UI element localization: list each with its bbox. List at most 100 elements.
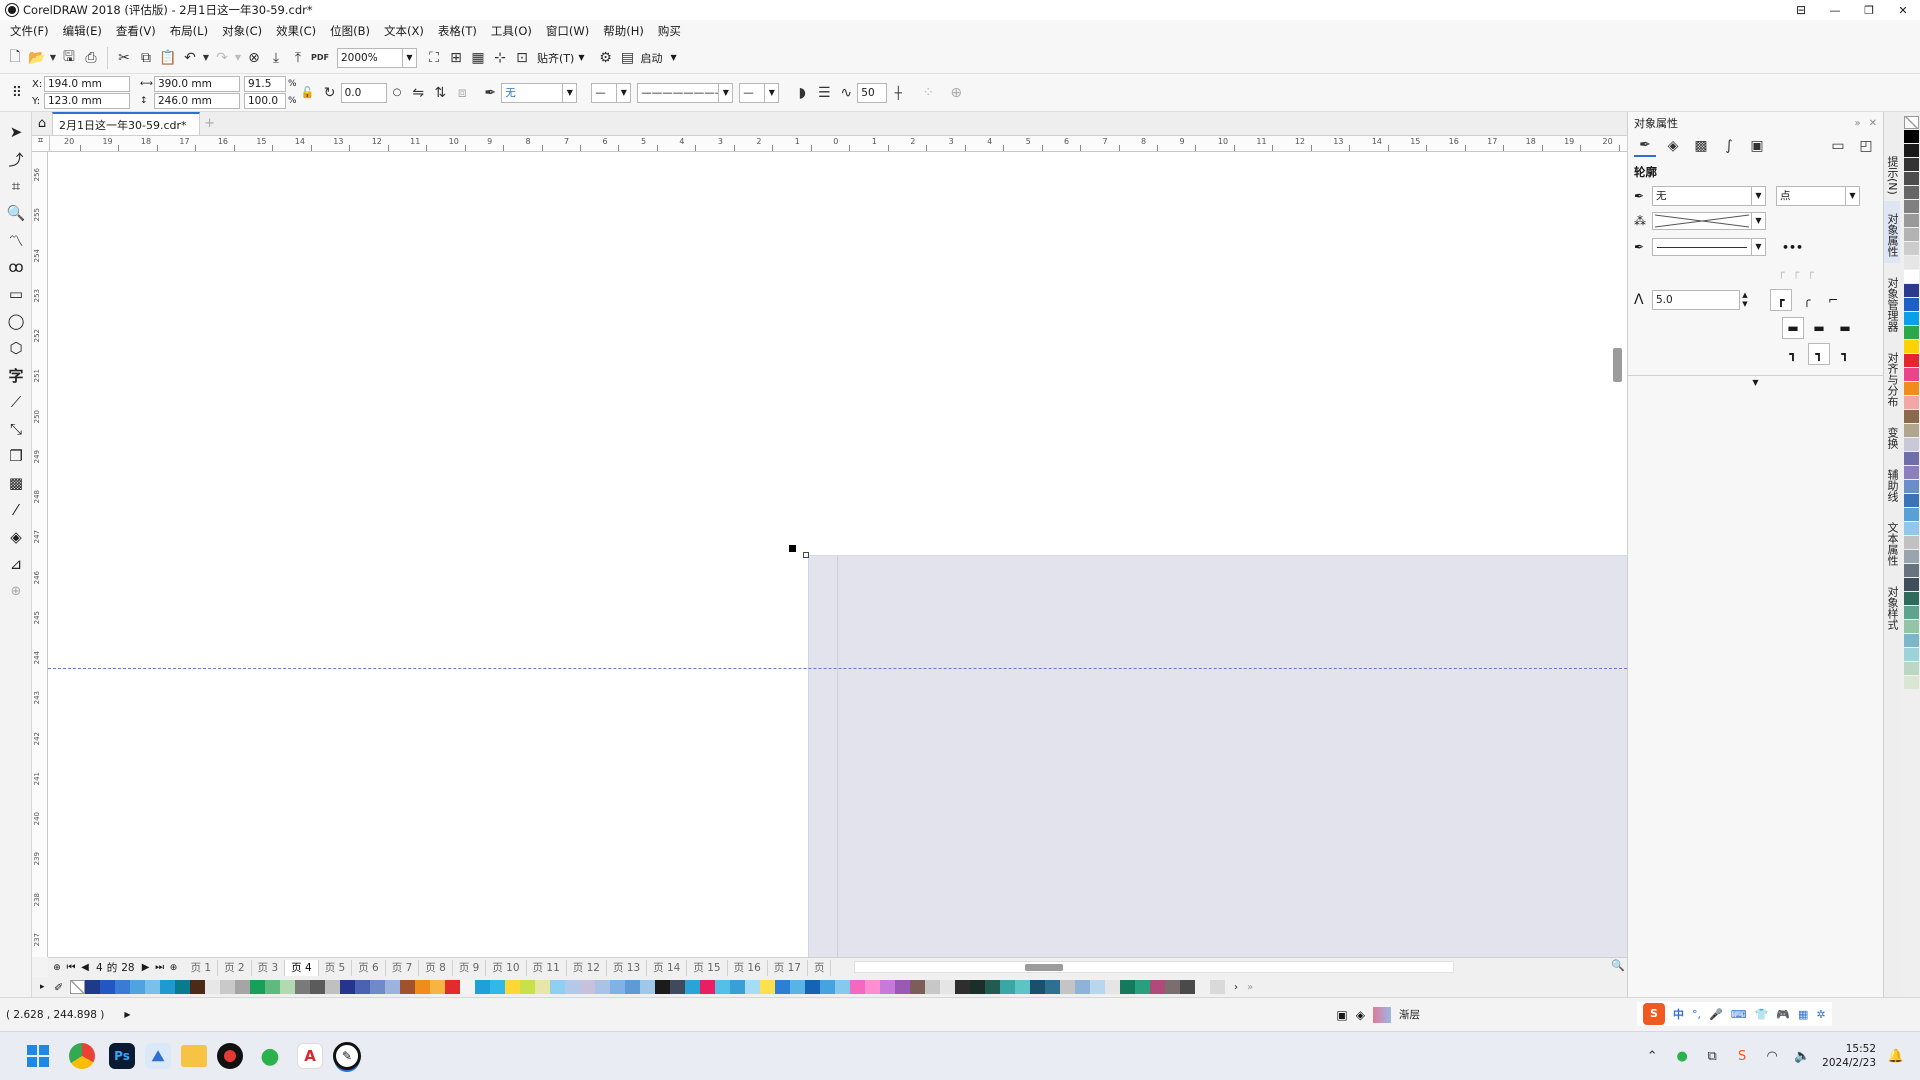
color-swatch[interactable]	[940, 980, 955, 994]
transparency-category-icon[interactable]: ▩	[1690, 135, 1712, 157]
fill-category-icon[interactable]: ◈	[1662, 135, 1684, 157]
freehand-tool-icon[interactable]: 〽	[2, 227, 30, 253]
vertical-ruler[interactable]: 256 255 254 253 252 251 250 249 248 247 246 245 244 2…	[32, 152, 48, 957]
menu-buy[interactable]: 购买	[651, 20, 688, 42]
horizontal-scrollbar-thumb[interactable]	[1025, 964, 1063, 971]
fill-indicator-icon[interactable]: ◈	[1356, 1008, 1365, 1022]
x-position-input[interactable]: 194.0 mm	[44, 76, 130, 92]
color-swatch[interactable]	[250, 980, 265, 994]
volume-icon[interactable]: 🔈	[1792, 1049, 1812, 1064]
page-tab[interactable]: 页 16	[728, 959, 768, 976]
color-swatch[interactable]	[1904, 564, 1919, 577]
color-swatch[interactable]	[565, 980, 580, 994]
help-window-icon[interactable]: ⊟	[1784, 3, 1818, 17]
color-swatch[interactable]	[790, 980, 805, 994]
frame-detail-icon[interactable]: ◰	[1855, 135, 1877, 157]
menu-window[interactable]: 窗口(W)	[539, 20, 596, 42]
color-swatch[interactable]	[1135, 980, 1150, 994]
palette-scroll-left-icon[interactable]: ▸	[40, 982, 54, 992]
image-viewer-icon[interactable]: ⛰	[145, 1043, 171, 1069]
palette-eyedropper-icon[interactable]: ✐	[54, 981, 70, 994]
color-swatch[interactable]	[1904, 396, 1919, 409]
smart-fill-icon[interactable]: ⊿	[2, 551, 30, 577]
ellipse-tool-icon[interactable]: ◯	[2, 308, 30, 334]
outline-category-icon[interactable]: ✒	[1634, 135, 1656, 157]
color-swatch[interactable]	[1904, 522, 1919, 535]
color-swatch[interactable]	[280, 980, 295, 994]
smoothing-slider-icon[interactable]: ┼	[887, 82, 909, 104]
outline-unit-value[interactable]: 点	[1776, 186, 1846, 206]
color-swatch[interactable]	[310, 980, 325, 994]
no-color-swatch[interactable]	[70, 980, 85, 994]
outline-outside-icon[interactable]: ┓	[1782, 343, 1804, 365]
redo-dropdown-icon[interactable]: ▼	[233, 47, 243, 69]
color-swatch[interactable]	[1904, 326, 1919, 339]
clock[interactable]: 15:52 2024/2/23	[1822, 1042, 1876, 1070]
pdf-export-icon[interactable]: PDF	[309, 47, 331, 69]
height-input[interactable]: 246.0 mm	[154, 93, 240, 109]
zoom-combo[interactable]: 2000% ▼	[337, 47, 417, 68]
menu-table[interactable]: 表格(T)	[431, 20, 484, 42]
crop-tool-icon[interactable]: ⌗	[2, 173, 30, 199]
text-tool-icon[interactable]: 字	[2, 362, 30, 388]
photoshop-icon[interactable]: Ps	[109, 1043, 135, 1069]
page-tab[interactable]: 页	[808, 959, 832, 976]
width-input[interactable]: 390.0 mm	[154, 76, 240, 92]
color-swatch[interactable]	[1904, 312, 1919, 325]
color-swatch[interactable]	[460, 980, 475, 994]
zoom-dropdown-icon[interactable]: ▼	[403, 47, 417, 68]
grid-icon[interactable]: ▦	[467, 47, 489, 69]
color-swatch[interactable]	[850, 980, 865, 994]
maximize-button[interactable]: ❐	[1852, 4, 1886, 17]
color-swatch[interactable]	[340, 980, 355, 994]
page-tab[interactable]: 页 2	[218, 959, 252, 976]
color-swatch[interactable]	[1904, 158, 1919, 171]
page-tab[interactable]: 页 5	[319, 959, 353, 976]
color-swatch[interactable]	[1060, 980, 1075, 994]
ime-settings-icon[interactable]: ✲	[1816, 1008, 1825, 1021]
color-swatch[interactable]	[85, 980, 100, 994]
horizontal-scrollbar[interactable]	[854, 961, 1454, 973]
docker-tab-guidelines[interactable]: 辅助线	[1884, 455, 1900, 508]
color-swatch[interactable]	[1904, 130, 1919, 143]
color-swatch[interactable]	[220, 980, 235, 994]
scale-height-input[interactable]: 100.0	[244, 93, 286, 109]
color-swatch[interactable]	[1904, 578, 1919, 591]
application-launcher-icon[interactable]: ▤	[616, 47, 638, 69]
page-tab[interactable]: 页 10	[486, 959, 527, 976]
close-curve-icon[interactable]: ◗	[791, 82, 813, 104]
rotation-input[interactable]: 0.0	[340, 82, 387, 103]
color-swatch[interactable]	[145, 980, 160, 994]
curve-category-icon[interactable]: ∫	[1718, 135, 1740, 157]
line-style-dropdown-icon[interactable]: ▼	[719, 82, 734, 103]
color-swatch[interactable]	[895, 980, 910, 994]
miter-spinner-icon[interactable]: ▲ ▼	[1740, 291, 1750, 309]
color-swatch[interactable]	[1904, 466, 1919, 479]
add-property-icon[interactable]: ⊕	[945, 82, 967, 104]
color-swatch[interactable]	[880, 980, 895, 994]
rectangle-tool-icon[interactable]: ▭	[2, 281, 30, 307]
menu-help[interactable]: 帮助(H)	[596, 20, 651, 42]
redo-icon[interactable]: ↷	[211, 47, 233, 69]
color-swatch[interactable]	[1904, 424, 1919, 437]
page-tab[interactable]: 页 1	[185, 959, 219, 976]
page-tab[interactable]: 页 15	[687, 959, 728, 976]
color-swatch[interactable]	[655, 980, 670, 994]
ime-game-icon[interactable]: 🎮	[1776, 1008, 1790, 1021]
outline-style-dropdown-icon[interactable]: ▼	[1752, 238, 1766, 256]
polygon-tool-icon[interactable]: ⬡	[2, 335, 30, 361]
color-swatch[interactable]	[1045, 980, 1060, 994]
color-swatch[interactable]	[1904, 676, 1919, 689]
color-swatch[interactable]	[115, 980, 130, 994]
palette-expand-icon[interactable]: »	[1243, 982, 1257, 993]
cap-butt-icon[interactable]: ▬	[1782, 317, 1804, 339]
color-swatch[interactable]	[1904, 298, 1919, 311]
color-swatch[interactable]	[1015, 980, 1030, 994]
color-swatch[interactable]	[1904, 214, 1919, 227]
object-origin-icon[interactable]: ⠿	[6, 82, 28, 104]
smoothing-input[interactable]: 50	[857, 82, 888, 103]
color-swatch[interactable]	[190, 980, 205, 994]
zoom-navigator-icon[interactable]: 🔍	[1611, 959, 1625, 972]
open-icon[interactable]: 📂	[26, 47, 48, 69]
tray-chevron-icon[interactable]: ⌃	[1642, 1049, 1662, 1064]
